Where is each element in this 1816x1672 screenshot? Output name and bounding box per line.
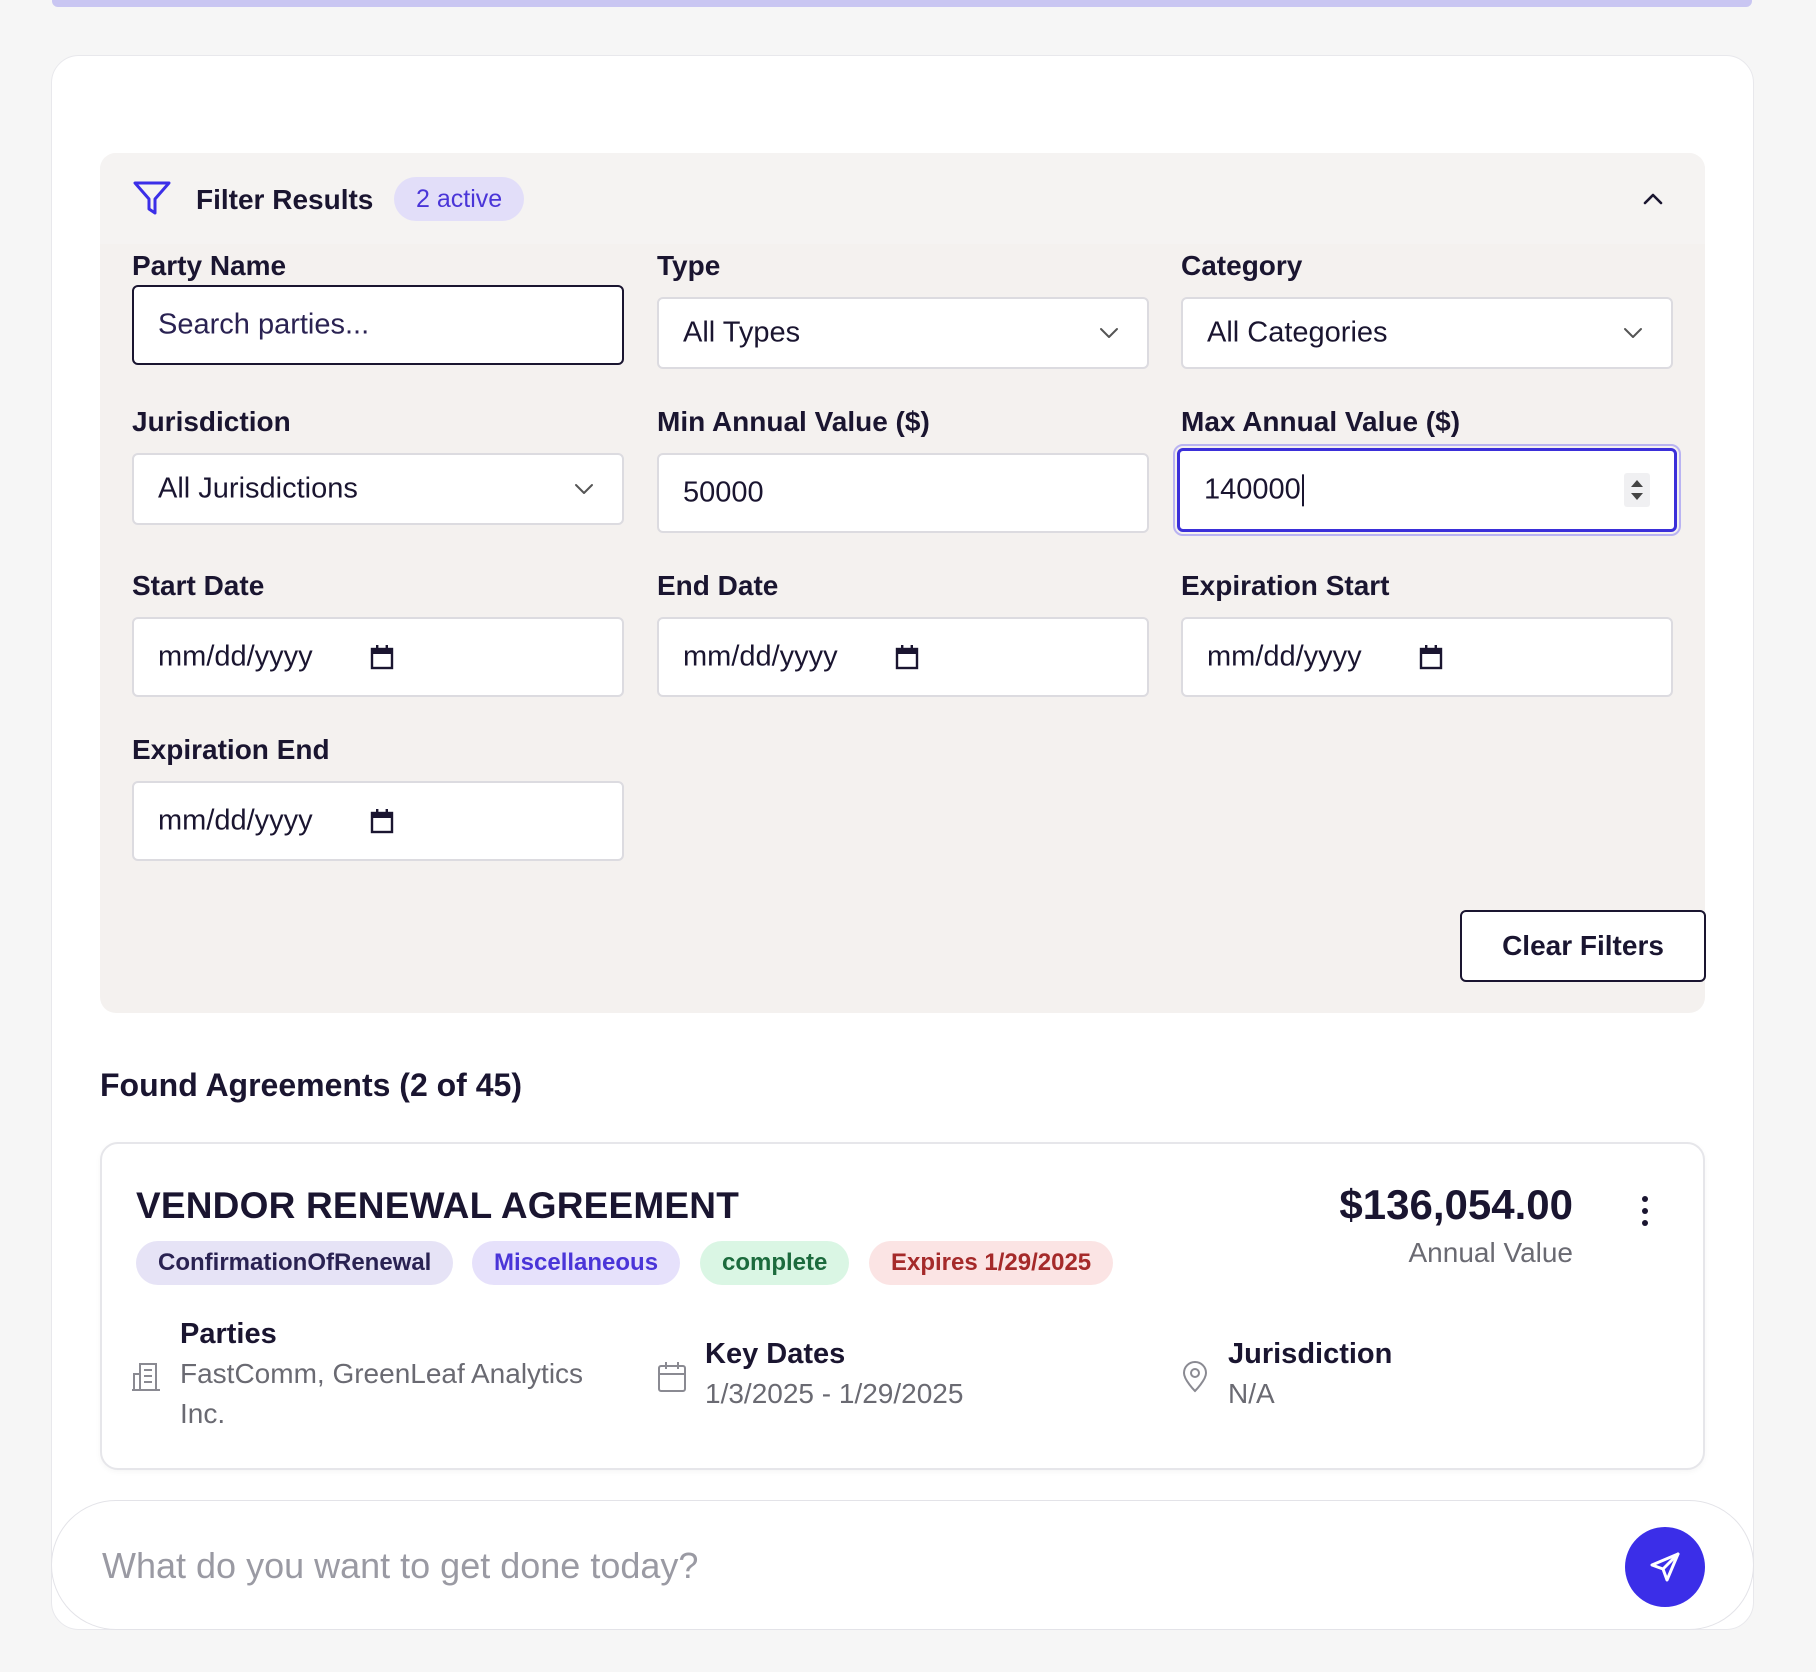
- calendar-icon: [658, 1362, 686, 1392]
- clear-filters-button[interactable]: Clear Filters: [1460, 910, 1706, 982]
- agreement-expires-tag: Expires 1/29/2025: [869, 1241, 1114, 1285]
- agreement-type-tag: ConfirmationOfRenewal: [136, 1241, 454, 1285]
- category-label: Category: [1181, 250, 1303, 281]
- calendar-icon[interactable]: [370, 644, 394, 670]
- parties-value-line1: FastComm, GreenLeaf Analytics: [180, 1358, 584, 1389]
- start-date-placeholder: mm/dd/yyyy: [158, 640, 313, 673]
- expiration-start-label: Expiration Start: [1181, 570, 1390, 601]
- calendar-icon[interactable]: [895, 644, 919, 670]
- expiration-end-placeholder: mm/dd/yyyy: [158, 804, 313, 837]
- active-filters-badge: 2 active: [394, 177, 525, 221]
- jurisdiction-label: Jurisdiction: [1228, 1338, 1393, 1370]
- type-select-value: All Types: [683, 316, 801, 349]
- agreement-title: VENDOR RENEWAL AGREEMENT: [136, 1185, 740, 1226]
- expiration-start-input[interactable]: mm/dd/yyyy: [1181, 617, 1673, 697]
- party-name-label: Party Name: [132, 250, 287, 281]
- min-value-label: Min Annual Value ($): [657, 406, 930, 437]
- filter-header[interactable]: Filter Results 2 active: [100, 153, 1705, 244]
- results-heading: Found Agreements (2 of 45): [100, 1067, 522, 1103]
- expiration-start-placeholder: mm/dd/yyyy: [1207, 640, 1362, 673]
- agreement-category-tag: Miscellaneous: [472, 1241, 681, 1285]
- building-icon: [132, 1363, 160, 1391]
- min-value-input[interactable]: 50000: [657, 453, 1149, 533]
- number-spinner-icon[interactable]: [1624, 473, 1650, 507]
- filter-funnel-icon: [133, 181, 171, 215]
- chevron-down-icon: [1100, 328, 1118, 338]
- type-select[interactable]: All Types: [657, 297, 1149, 369]
- top-accent-bar: [52, 0, 1752, 7]
- jurisdiction-select-value: All Jurisdictions: [158, 472, 358, 505]
- expiration-end-label: Expiration End: [132, 734, 330, 765]
- jurisdiction-value: N/A: [1228, 1378, 1275, 1409]
- agreement-card[interactable]: VENDOR RENEWAL AGREEMENT ConfirmationOfR…: [100, 1142, 1705, 1470]
- calendar-icon[interactable]: [1419, 644, 1443, 670]
- expiration-end-input[interactable]: mm/dd/yyyy: [132, 781, 624, 861]
- text-caret: [1301, 474, 1304, 507]
- send-button[interactable]: [1625, 1527, 1705, 1607]
- key-dates-value: 1/3/2025 - 1/29/2025: [705, 1378, 964, 1409]
- max-value-label: Max Annual Value ($): [1181, 406, 1461, 437]
- min-value-text: 50000: [683, 476, 764, 509]
- max-value-text-wrap: 140000: [1204, 473, 1304, 507]
- max-value-text: 140000: [1204, 473, 1301, 506]
- filter-panel: Filter Results 2 active Party Name Searc…: [100, 153, 1706, 1013]
- max-value-input[interactable]: 140000: [1173, 444, 1681, 536]
- key-dates-label: Key Dates: [705, 1338, 846, 1370]
- send-arrow-icon: [1650, 1552, 1680, 1582]
- category-select-value: All Categories: [1207, 316, 1388, 349]
- jurisdiction-select[interactable]: All Jurisdictions: [132, 453, 624, 525]
- chevron-down-icon: [575, 484, 593, 494]
- category-select[interactable]: All Categories: [1181, 297, 1673, 369]
- end-date-label: End Date: [657, 570, 779, 601]
- chevron-down-icon: [1624, 328, 1642, 338]
- map-pin-icon: [1182, 1361, 1208, 1393]
- party-name-placeholder: Search parties...: [158, 308, 370, 341]
- agreement-status-tag: complete: [700, 1241, 850, 1285]
- kebab-menu-icon[interactable]: [1639, 1194, 1651, 1228]
- start-date-label: Start Date: [132, 570, 265, 601]
- calendar-icon[interactable]: [370, 808, 394, 834]
- annual-value-amount: $136,054.00: [1339, 1181, 1573, 1228]
- chat-input[interactable]: [102, 1531, 1552, 1601]
- filter-title: Filter Results: [196, 184, 374, 215]
- jurisdiction-label: Jurisdiction: [132, 406, 291, 437]
- end-date-input[interactable]: mm/dd/yyyy: [657, 617, 1149, 697]
- type-label: Type: [657, 250, 721, 281]
- end-date-placeholder: mm/dd/yyyy: [683, 640, 838, 673]
- parties-value-line2: Inc.: [180, 1398, 226, 1429]
- annual-value-label: Annual Value: [1408, 1237, 1574, 1268]
- chat-bar: [51, 1500, 1754, 1630]
- chevron-up-icon[interactable]: [1640, 186, 1666, 212]
- start-date-input[interactable]: mm/dd/yyyy: [132, 617, 624, 697]
- party-name-field[interactable]: Search parties...: [132, 285, 624, 365]
- parties-label: Parties: [180, 1318, 277, 1350]
